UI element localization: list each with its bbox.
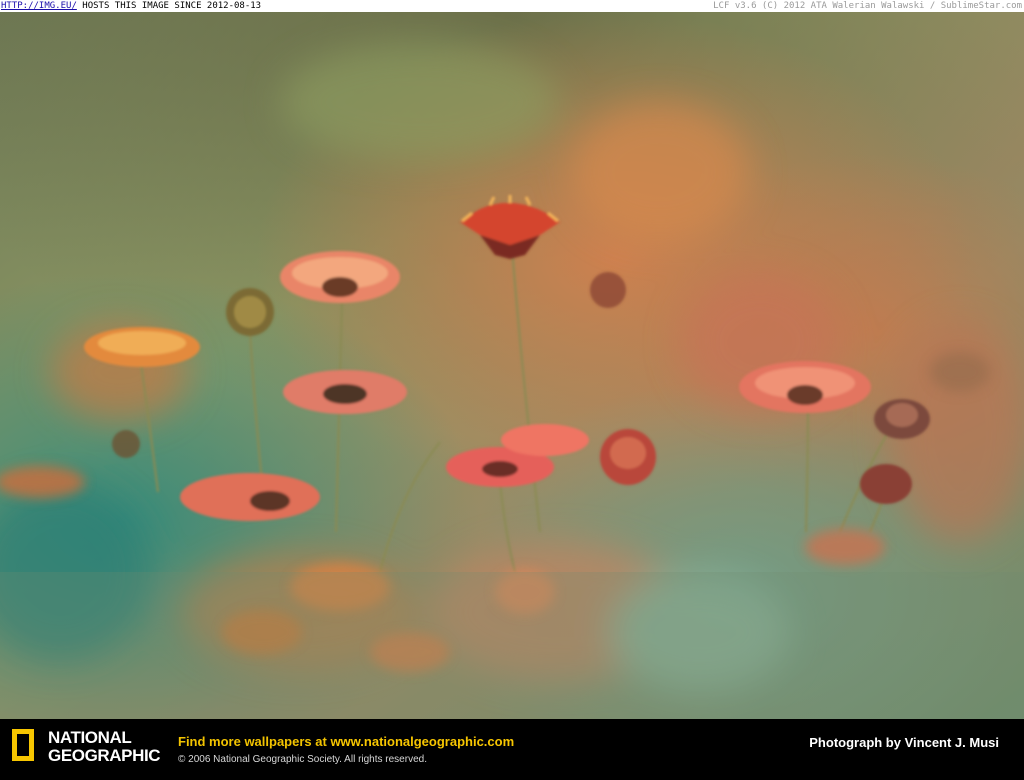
logo-word-national: NATIONAL	[48, 728, 132, 747]
promo-url-link[interactable]: www.nationalgeographic.com	[330, 734, 514, 749]
national-geographic-logo[interactable]: NATIONAL GEOGRAPHIC	[12, 729, 162, 771]
yellow-frame-icon	[12, 729, 34, 761]
host-since-text: HOSTS THIS IMAGE SINCE 2012-08-13	[82, 1, 262, 11]
flower-photograph	[0, 12, 1024, 719]
host-link[interactable]: HTTP://IMG.EU/	[1, 1, 77, 11]
host-banner-left: HTTP://IMG.EU/ HOSTS THIS IMAGE SINCE 20…	[1, 0, 261, 12]
wallpaper-page: HTTP://IMG.EU/ HOSTS THIS IMAGE SINCE 20…	[0, 0, 1024, 780]
promo-text: Find more wallpapers at	[178, 734, 331, 749]
logo-word-geographic: GEOGRAPHIC	[48, 746, 161, 765]
host-credit-text: LCF v3.6 (C) 2012 ATA Walerian Walawski …	[713, 1, 1022, 11]
photo-credit: Photograph by Vincent J. Musi	[809, 735, 999, 750]
host-banner: HTTP://IMG.EU/ HOSTS THIS IMAGE SINCE 20…	[0, 0, 1024, 12]
wallpaper-promo: Find more wallpapers at www.nationalgeog…	[178, 734, 514, 749]
branding-bar: NATIONAL GEOGRAPHIC Find more wallpapers…	[0, 719, 1024, 780]
copyright-text: © 2006 National Geographic Society. All …	[178, 754, 427, 765]
